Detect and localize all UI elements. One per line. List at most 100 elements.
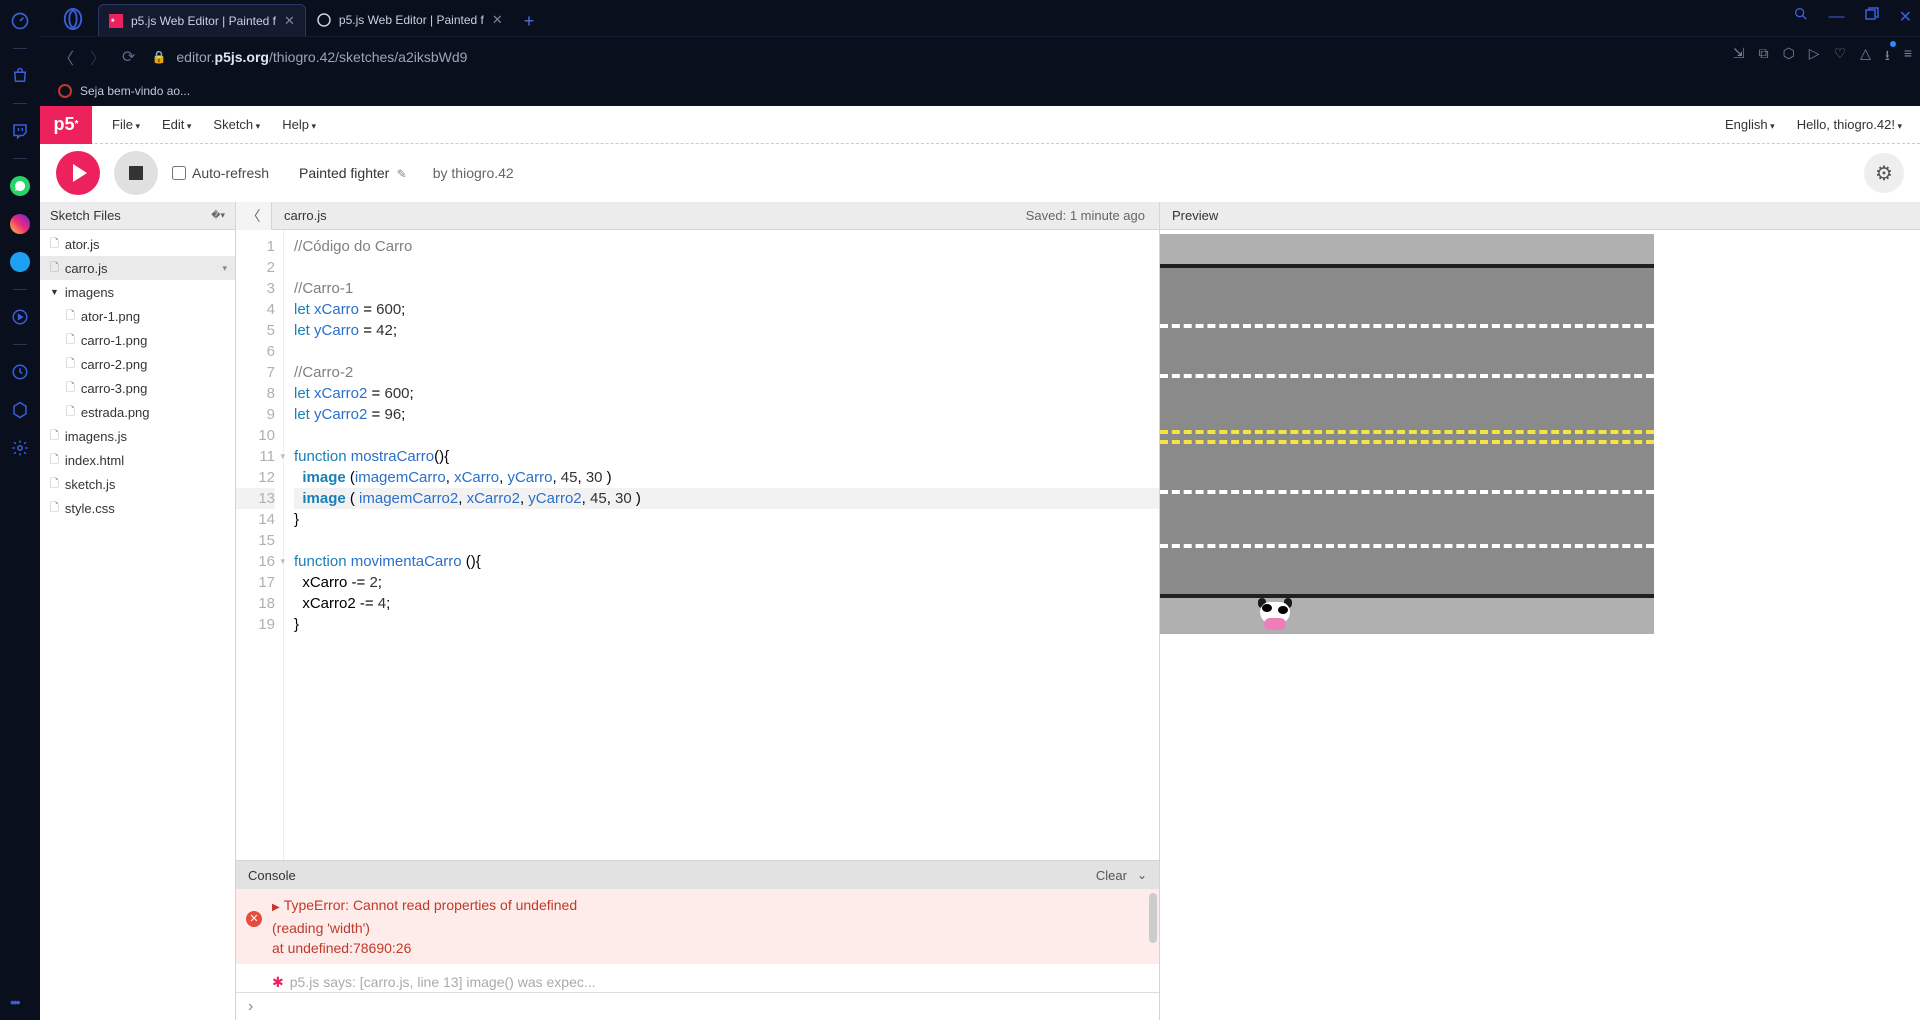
close-window-icon[interactable]: ✕ (1899, 7, 1912, 27)
settings-button[interactable]: ⚙ (1864, 153, 1904, 193)
collapse-files-button[interactable]: 〈 (236, 202, 272, 230)
console-header: Console Clear ⌄ (236, 861, 1159, 889)
file-icon: 🗋 (66, 379, 75, 398)
easy-setup-icon[interactable]: ≡ (1904, 45, 1912, 69)
shopping-icon[interactable] (9, 65, 31, 87)
new-tab-button[interactable]: + (514, 11, 545, 36)
profile-icon[interactable]: △ (1860, 45, 1871, 69)
file-icon: 🗋 (66, 403, 75, 422)
addr-right-icons: ⇲ ⧉ ⬡ ▷ ♡ △ ⭳ ≡ (1733, 45, 1912, 69)
file-icon: 🗋 (66, 331, 75, 350)
browser-tab-strip: * p5.js Web Editor | Painted f ✕ p5.js W… (40, 0, 1920, 36)
file-row[interactable]: 🗋index.html (40, 448, 235, 472)
console-clear-button[interactable]: Clear (1096, 868, 1127, 883)
file-row[interactable]: 🗋ator-1.png (40, 304, 235, 328)
tab-title: p5.js Web Editor | Painted f (131, 14, 276, 28)
instagram-icon[interactable] (9, 213, 31, 235)
code-editor[interactable]: 12345678910111213141516171819 //Código d… (236, 230, 1159, 860)
browser-tab[interactable]: p5.js Web Editor | Painted f ✕ (306, 4, 514, 36)
cast-icon[interactable]: ▷ (1809, 45, 1820, 69)
files-menu-icon[interactable]: �▾ (211, 210, 225, 221)
tab-title: p5.js Web Editor | Painted f (339, 13, 484, 27)
extensions-icon[interactable] (9, 399, 31, 421)
menu-help[interactable]: Help (282, 117, 316, 132)
svg-text:*: * (111, 17, 115, 27)
file-icon: 🗋 (50, 259, 59, 278)
browser-tab[interactable]: * p5.js Web Editor | Painted f ✕ (98, 4, 306, 36)
console-scrollbar[interactable] (1147, 889, 1159, 992)
browser-side-rail (0, 0, 40, 1020)
file-menu-icon[interactable]: ▾ (222, 263, 227, 274)
p5-menubar: p5* File Edit Sketch Help English Hello,… (40, 106, 1920, 144)
back-icon[interactable]: 〈 (58, 45, 74, 69)
rail-divider (13, 103, 27, 104)
rail-more-icon[interactable]: ••• (10, 994, 19, 1010)
twitch-icon[interactable] (9, 120, 31, 142)
shield-icon[interactable]: ⬡ (1783, 45, 1795, 69)
auto-refresh-checkbox[interactable]: Auto-refresh (172, 165, 269, 181)
twitter-icon[interactable] (9, 251, 31, 273)
language-selector[interactable]: English (1725, 117, 1775, 132)
file-row[interactable]: 🗋style.css (40, 496, 235, 520)
url-field[interactable]: 🔒 editor.editor.p5js.orgp5js.org/thiogro… (151, 49, 1716, 65)
file-row[interactable]: 🗋carro-3.png (40, 376, 235, 400)
p5-logo[interactable]: p5* (40, 106, 92, 144)
menu-edit[interactable]: Edit (162, 117, 191, 132)
p5-toolbar: Auto-refresh Painted fighter ✎ by thiogr… (40, 144, 1920, 202)
file-icon: 🗋 (50, 235, 59, 254)
send-tab-icon[interactable]: ⇲ (1733, 45, 1745, 69)
file-icon: 🗋 (66, 355, 75, 374)
whatsapp-icon[interactable] (9, 175, 31, 197)
reload-icon[interactable]: ⟳ (122, 47, 135, 67)
stop-button[interactable] (114, 151, 158, 195)
file-icon: 🗋 (50, 475, 59, 494)
file-row[interactable]: 🗋ator.js (40, 232, 235, 256)
files-panel: Sketch Files �▾ 🗋ator.js🗋carro.js▾▼image… (40, 202, 236, 1020)
sketch-name[interactable]: Painted fighter ✎ (299, 165, 407, 181)
console-prompt[interactable]: › (236, 992, 1159, 1020)
minimize-icon[interactable]: — (1829, 8, 1845, 26)
console-collapse-icon[interactable]: ⌄ (1137, 868, 1147, 882)
user-greeting[interactable]: Hello, thiogro.42! (1797, 117, 1902, 132)
file-icon: 🗋 (50, 451, 59, 470)
tab-close-icon[interactable]: ✕ (284, 13, 295, 29)
menu-sketch[interactable]: Sketch (213, 117, 260, 132)
tab-close-icon[interactable]: ✕ (492, 12, 503, 28)
search-icon[interactable] (1793, 6, 1809, 27)
opera-logo-icon[interactable] (58, 4, 88, 34)
file-row[interactable]: 🗋carro-1.png (40, 328, 235, 352)
file-row[interactable]: 🗋estrada.png (40, 400, 235, 424)
lock-icon: 🔒 (151, 50, 166, 64)
history-icon[interactable] (9, 361, 31, 383)
player-icon[interactable] (9, 306, 31, 328)
play-button[interactable] (56, 151, 100, 195)
folder-row[interactable]: ▼imagens (40, 280, 235, 304)
console-body[interactable]: ✕ ▶TypeError: Cannot read properties of … (236, 889, 1159, 992)
settings-icon[interactable] (9, 437, 31, 459)
file-row[interactable]: 🗋imagens.js (40, 424, 235, 448)
file-icon: 🗋 (66, 307, 75, 326)
console-error: ✕ ▶TypeError: Cannot read properties of … (236, 889, 1159, 964)
rail-divider (13, 344, 27, 345)
speed-dial-icon[interactable] (9, 10, 31, 32)
editor-column: 〈 carro.js Saved: 1 minute ago 123456789… (236, 202, 1160, 1020)
bookmark-item[interactable]: Seja bem-vindo ao... (80, 84, 190, 98)
error-icon: ✕ (246, 911, 262, 927)
file-row[interactable]: 🗋carro-2.png (40, 352, 235, 376)
forward-icon: 〉 (90, 45, 106, 69)
snapshot-icon[interactable]: ⧉ (1759, 45, 1769, 69)
download-icon[interactable]: ⭳ (1885, 45, 1890, 69)
url-text: editor.editor.p5js.orgp5js.org/thiogro.4… (176, 49, 467, 65)
maximize-icon[interactable] (1865, 7, 1879, 26)
console-panel: Console Clear ⌄ ✕ ▶TypeError: Cannot rea… (236, 860, 1159, 1020)
menu-file[interactable]: File (112, 117, 140, 132)
edit-name-icon[interactable]: ✎ (393, 167, 406, 181)
heart-icon[interactable]: ♡ (1834, 45, 1847, 69)
file-list: 🗋ator.js🗋carro.js▾▼imagens🗋ator-1.png🗋ca… (40, 230, 235, 1020)
file-row[interactable]: 🗋carro.js▾ (40, 256, 235, 280)
preview-column: Preview (1160, 202, 1920, 1020)
rail-divider (13, 289, 27, 290)
console-message: ✱p5.js says: [carro.js, line 13] image()… (236, 964, 1159, 992)
file-row[interactable]: 🗋sketch.js (40, 472, 235, 496)
window-controls: — ✕ (1793, 6, 1912, 27)
